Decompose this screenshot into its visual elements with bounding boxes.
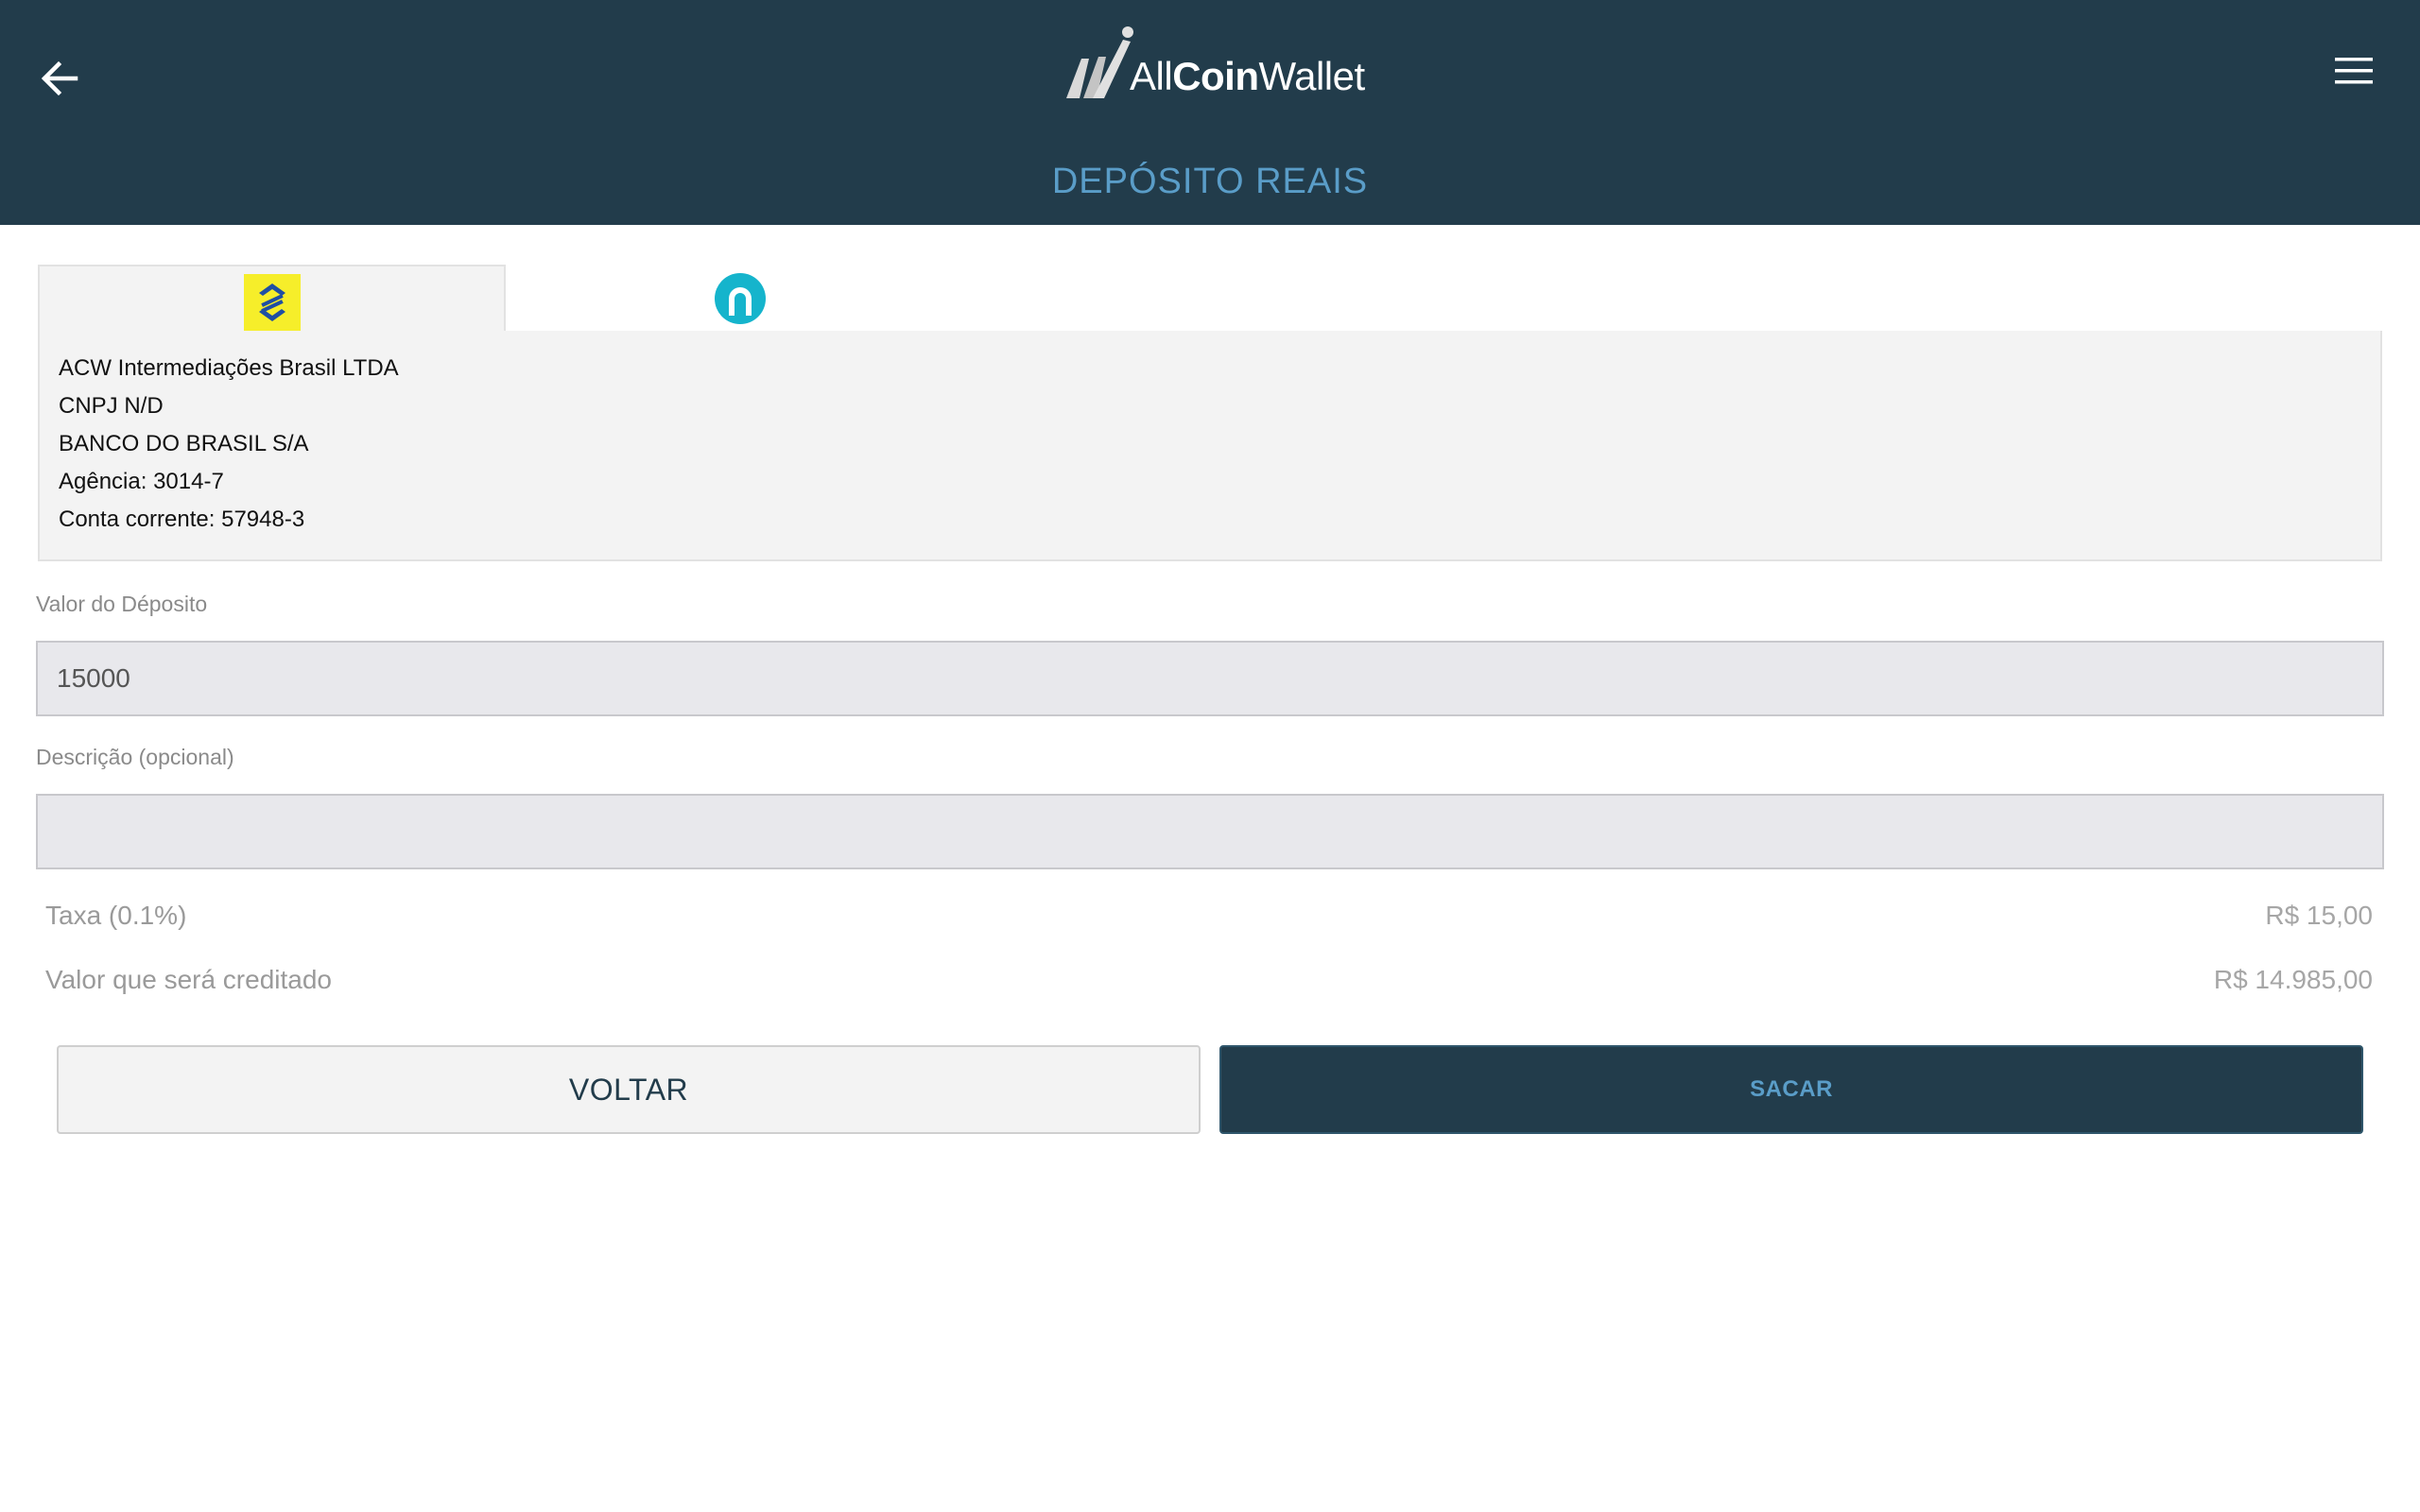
bank-logo-icon xyxy=(715,273,766,324)
bank-info-account: Conta corrente: 57948-3 xyxy=(59,507,305,532)
logo-mark-icon xyxy=(1066,26,1133,98)
amount-label: Valor do Déposito xyxy=(36,592,208,616)
menu-button[interactable] xyxy=(2331,52,2377,90)
arrow-left-icon xyxy=(41,60,78,96)
credit-label: Valor que será creditado xyxy=(45,965,332,994)
back-form-button[interactable]: VOLTAR xyxy=(57,1045,1201,1134)
credit-value: R$ 14.985,00 xyxy=(2213,965,2373,994)
logo-text-coin: Coin xyxy=(1172,54,1259,98)
logo-text-wallet: Wallet xyxy=(1258,54,1366,98)
bank-info-agency: Agência: 3014-7 xyxy=(59,469,224,494)
logo-text-all: All xyxy=(1130,54,1173,98)
bank-info-company: ACW Intermediações Brasil LTDA xyxy=(59,355,399,381)
description-label: Descrição (opcional) xyxy=(36,745,234,769)
withdraw-button[interactable]: SACAR xyxy=(1219,1045,2363,1134)
bank-info-cnpj: CNPJ N/D xyxy=(59,393,164,419)
amount-input[interactable] xyxy=(36,641,2384,716)
app-header: AllCoinWallet DEPÓSITO REAIS xyxy=(0,0,2420,225)
back-button[interactable] xyxy=(34,53,85,104)
tab-other-bank[interactable] xyxy=(506,265,974,333)
banco-do-brasil-icon xyxy=(244,274,301,331)
description-input[interactable] xyxy=(36,794,2384,869)
tab-banco-do-brasil[interactable] xyxy=(38,265,506,333)
logo-text: AllCoinWallet xyxy=(1130,57,1365,96)
fee-value: R$ 15,00 xyxy=(2265,901,2373,930)
page-title: DEPÓSITO REAIS xyxy=(1051,162,1369,201)
fee-label: Taxa (0.1%) xyxy=(45,901,187,930)
hamburger-menu-icon xyxy=(2335,58,2373,84)
bank-info-panel: ACW Intermediações Brasil LTDA CNPJ N/D … xyxy=(38,331,2382,561)
bank-info-bank-name: BANCO DO BRASIL S/A xyxy=(59,431,309,456)
